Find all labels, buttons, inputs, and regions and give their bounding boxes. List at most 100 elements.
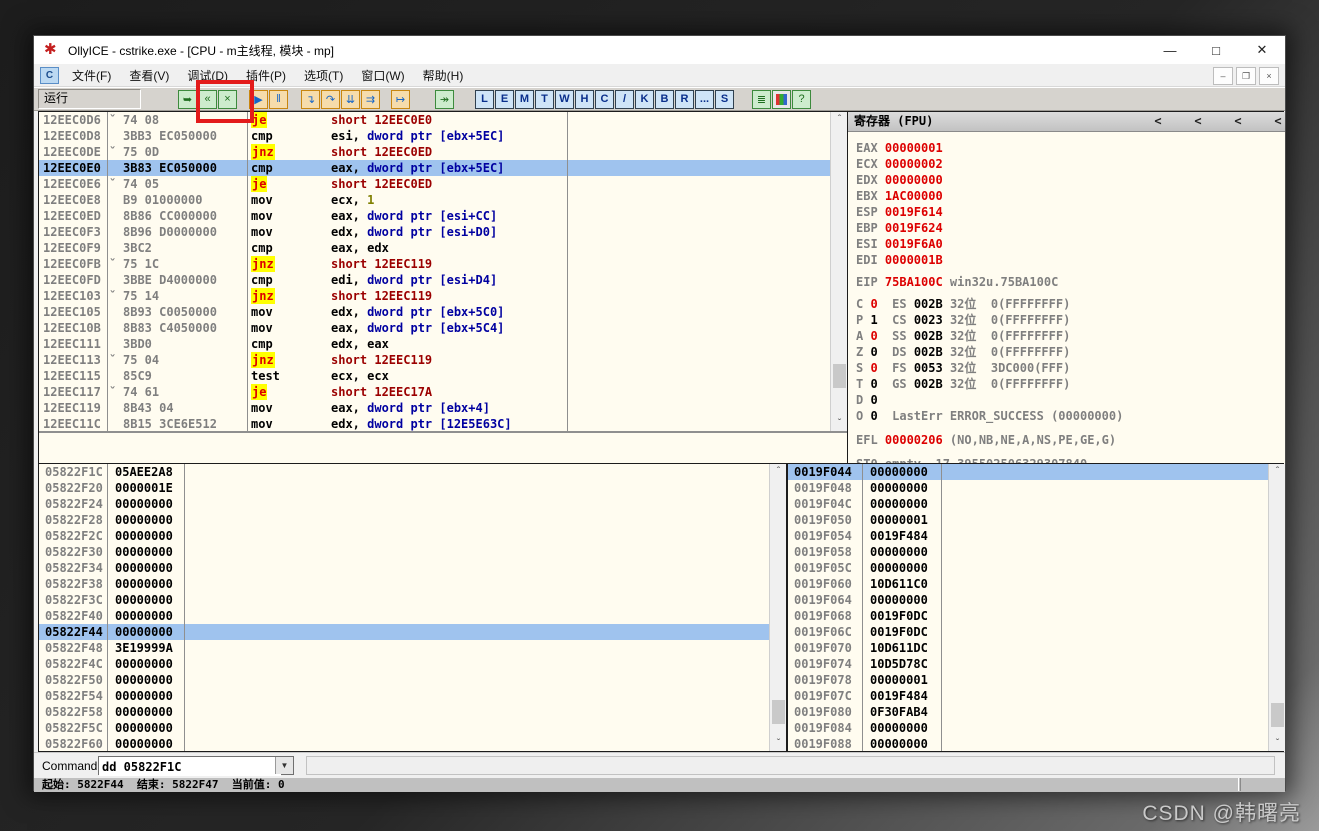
close-button[interactable]: ✕ (1239, 36, 1285, 64)
toolbar-view-windows-button[interactable]: W (555, 90, 574, 109)
command-input[interactable] (99, 757, 281, 776)
dump-row[interactable]: 05822F5000000000 (39, 672, 786, 688)
toolbar-view-patches-button[interactable]: / (615, 90, 634, 109)
dump-row[interactable]: 05822F2800000000 (39, 512, 786, 528)
toolbar-go-to-address-button[interactable]: ↠ (435, 90, 454, 109)
menu-item-查看[interactable]: 查看(V) (120, 64, 178, 87)
dump-row[interactable]: 05822F3800000000 (39, 576, 786, 592)
toolbar-animate-into-button[interactable]: ⇊ (341, 90, 360, 109)
toolbar-view-breakpoints-button[interactable]: B (655, 90, 674, 109)
toolbar-pause-button[interactable]: ‖ (269, 90, 288, 109)
toolbar-view-cpu-button[interactable]: C (595, 90, 614, 109)
toolbar-view-runtrace-button[interactable]: ... (695, 90, 714, 109)
column-divider[interactable] (247, 112, 248, 431)
menu-item-文件[interactable]: 文件(F) (63, 64, 120, 87)
dump-row[interactable]: 05822F6000000000 (39, 736, 786, 751)
dump-row[interactable]: 05822F5800000000 (39, 704, 786, 720)
dump-row[interactable]: 05822F5400000000 (39, 688, 786, 704)
toolbar-view-threads-button[interactable]: T (535, 90, 554, 109)
disasm-row[interactable]: 12EEC0F38B96 D0000000movedx, dword ptr [… (39, 224, 847, 240)
toolbar-step-into-button[interactable]: ↴ (301, 90, 320, 109)
minimize-button[interactable]: — (1147, 36, 1193, 64)
disasm-row[interactable]: 12EEC1113BD0cmpedx, eax (39, 336, 847, 352)
dump-row[interactable]: 05822F4400000000 (39, 624, 786, 640)
column-divider[interactable] (107, 464, 108, 751)
dropdown-arrow-icon[interactable]: ▼ (275, 757, 293, 774)
dump-pane[interactable]: 05822F1C05AEE2A805822F200000001E05822F24… (39, 464, 786, 751)
dump-row[interactable]: 05822F5C00000000 (39, 720, 786, 736)
scroll-down-icon[interactable]: ˇ (1269, 736, 1286, 751)
disasm-row[interactable]: 12EEC1058B93 C0050000movedx, dword ptr [… (39, 304, 847, 320)
toolbar-view-memory-button[interactable]: M (515, 90, 534, 109)
disasm-row[interactable]: 12EEC0FD3BBE D4000000cmpedi, dword ptr [… (39, 272, 847, 288)
scroll-thumb[interactable] (833, 364, 846, 388)
mdi-minimize-button[interactable]: – (1213, 67, 1233, 85)
column-divider[interactable] (567, 112, 568, 431)
scroll-thumb[interactable] (772, 700, 785, 724)
toolbar-view-handles-button[interactable]: H (575, 90, 594, 109)
scroll-up-icon[interactable]: ˆ (770, 464, 787, 479)
dump-row[interactable]: 05822F3C00000000 (39, 592, 786, 608)
dump-row[interactable]: 05822F2400000000 (39, 496, 786, 512)
mdi-child-icon[interactable]: C (40, 67, 59, 84)
disasm-row[interactable]: 12EEC0FBˇ75 1Cjnzshort 12EEC119 (39, 256, 847, 272)
toolbar-step-over-button[interactable]: ↷ (321, 90, 340, 109)
disasm-row[interactable]: 12EEC0D6ˇ74 08jeshort 12EEC0E0 (39, 112, 847, 128)
column-divider[interactable] (184, 464, 185, 751)
dump-row[interactable]: 05822F1C05AEE2A8 (39, 464, 786, 480)
scroll-down-icon[interactable]: ˇ (770, 736, 787, 751)
registers-prev-button[interactable]: < (1188, 112, 1208, 131)
disasm-row[interactable]: 12EEC0DEˇ75 0Djnzshort 12EEC0ED (39, 144, 847, 160)
toolbar-execute-till-return-button[interactable]: ↦ (391, 90, 410, 109)
mdi-close-button[interactable]: × (1259, 67, 1279, 85)
dump-row[interactable]: 05822F3400000000 (39, 560, 786, 576)
registers-prev-button[interactable]: < (1268, 112, 1288, 131)
disasm-row[interactable]: 12EEC113ˇ75 04jnzshort 12EEC119 (39, 352, 847, 368)
disasm-row[interactable]: 12EEC11C8B15 3CE6E512movedx, dword ptr [… (39, 416, 847, 431)
disasm-row[interactable]: 12EEC0E8B9 01000000movecx, 1 (39, 192, 847, 208)
toolbar-view-executables-button[interactable]: E (495, 90, 514, 109)
scroll-up-icon[interactable]: ˆ (831, 112, 848, 127)
dump-row[interactable]: 05822F4000000000 (39, 608, 786, 624)
mdi-restore-button[interactable]: ❐ (1236, 67, 1256, 85)
column-divider[interactable] (862, 464, 863, 751)
menu-item-帮助[interactable]: 帮助(H) (414, 64, 473, 87)
disasm-row[interactable]: 12EEC0E6ˇ74 05jeshort 12EEC0ED (39, 176, 847, 192)
scroll-up-icon[interactable]: ˆ (1269, 464, 1286, 479)
stack-pane[interactable]: 0019F044000000000019F048000000000019F04C… (786, 464, 1285, 751)
toolbar-view-source-button[interactable]: S (715, 90, 734, 109)
dump-row[interactable]: 05822F200000001E (39, 480, 786, 496)
column-divider[interactable] (941, 464, 942, 751)
scroll-down-icon[interactable]: ˇ (831, 416, 848, 431)
disasm-row[interactable]: 12EEC0E03B83 EC050000cmpeax, dword ptr [… (39, 160, 847, 176)
menu-item-窗口[interactable]: 窗口(W) (352, 64, 413, 87)
disasm-row[interactable]: 12EEC103ˇ75 14jnzshort 12EEC119 (39, 288, 847, 304)
command-combobox[interactable]: ▼ (98, 756, 294, 775)
disasm-row[interactable]: 12EEC1198B43 04moveax, dword ptr [ebx+4] (39, 400, 847, 416)
dump-scrollbar[interactable]: ˆˇ (769, 464, 786, 751)
toolbar-view-references-button[interactable]: R (675, 90, 694, 109)
maximize-button[interactable]: □ (1193, 36, 1239, 64)
toolbar-view-callstack-button[interactable]: K (635, 90, 654, 109)
dump-row[interactable]: 05822F2C00000000 (39, 528, 786, 544)
toolbar-open-file-button[interactable]: ➥ (178, 90, 197, 109)
disasm-row[interactable]: 12EEC117ˇ74 61jeshort 12EEC17A (39, 384, 847, 400)
stack-scrollbar[interactable]: ˆˇ (1268, 464, 1285, 751)
disasm-row[interactable]: 12EEC11585C9testecx, ecx (39, 368, 847, 384)
toolbar-animate-over-button[interactable]: ⇉ (361, 90, 380, 109)
column-divider[interactable] (107, 112, 108, 431)
disassembly-pane[interactable]: 12EEC0D6ˇ74 08jeshort 12EEC0E012EEC0D83B… (39, 112, 847, 431)
registers-prev-button[interactable]: < (1148, 112, 1168, 131)
toolbar-help-button[interactable]: ? (792, 90, 811, 109)
registers-prev-button[interactable]: < (1228, 112, 1248, 131)
toolbar-view-log-button[interactable]: L (475, 90, 494, 109)
registers-body[interactable]: EAX 00000001ECX 00000002EDX 00000000EBX … (848, 132, 1285, 464)
toolbar-options-colors-button[interactable] (772, 90, 791, 109)
toolbar-options-appearance-button[interactable]: ≣ (752, 90, 771, 109)
dump-row[interactable]: 05822F3000000000 (39, 544, 786, 560)
dump-row[interactable]: 05822F483E19999A (39, 640, 786, 656)
scroll-thumb[interactable] (1271, 703, 1284, 727)
disasm-row[interactable]: 12EEC0D83BB3 EC050000cmpesi, dword ptr [… (39, 128, 847, 144)
disasm-row[interactable]: 12EEC0F93BC2cmpeax, edx (39, 240, 847, 256)
menu-item-选项[interactable]: 选项(T) (295, 64, 352, 87)
